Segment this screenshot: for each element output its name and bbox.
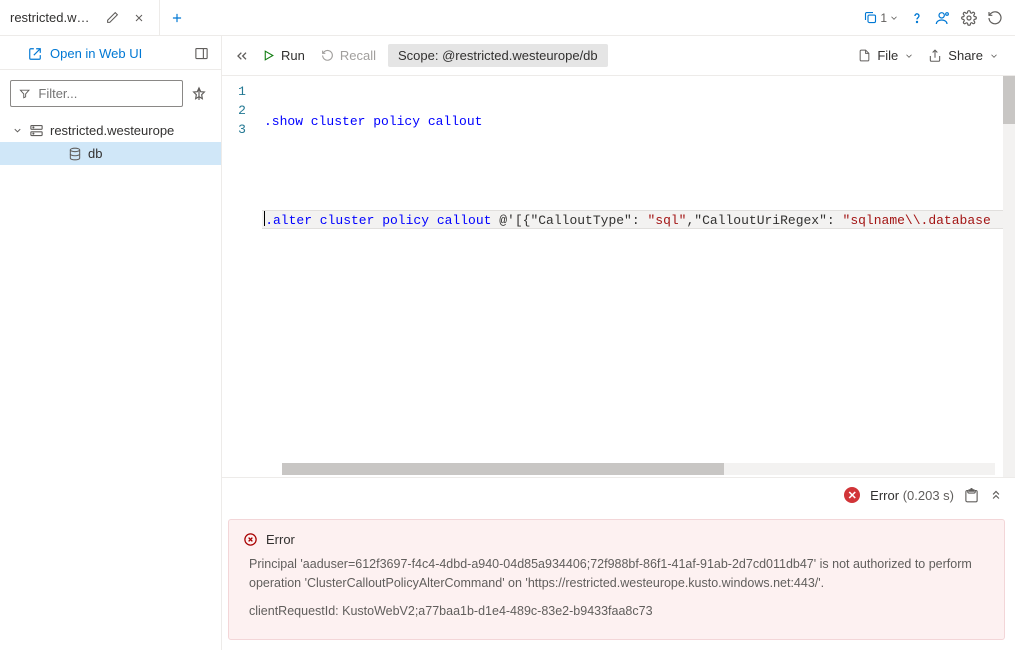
scope-label: Scope: — [398, 48, 438, 63]
scrollbar-thumb[interactable] — [282, 463, 724, 475]
filter-icon — [19, 87, 30, 100]
open-in-web-label: Open in Web UI — [50, 46, 142, 61]
run-label: Run — [281, 48, 305, 63]
results-header: ✕ Error (0.203 s) — [222, 477, 1015, 513]
run-button[interactable]: Run — [258, 44, 309, 67]
line-number: 3 — [222, 120, 262, 139]
tree-db-label: db — [88, 146, 102, 161]
filter-input-box[interactable] — [10, 80, 183, 107]
filter-row — [0, 70, 221, 117]
add-tab-button[interactable] — [160, 11, 194, 25]
tab-bar: restricted.westeur... 1 — [0, 0, 1015, 36]
copy-dropdown[interactable]: 1 — [863, 10, 899, 25]
open-in-web-button[interactable]: Open in Web UI — [10, 46, 142, 61]
cluster-icon — [29, 123, 44, 138]
sidebar-top: Open in Web UI — [0, 36, 221, 70]
scope-value: @restricted.westeurope/db — [442, 48, 598, 63]
collapse-panel-icon[interactable] — [989, 488, 1003, 502]
error-message: Principal 'aaduser=612f3697-f4c4-4dbd-a9… — [243, 555, 990, 621]
main-column: Run Recall Scope: @restricted.westeurope… — [222, 36, 1015, 650]
line-number: 2 — [222, 101, 262, 120]
tab-item[interactable]: restricted.westeur... — [0, 0, 160, 35]
horizontal-scrollbar[interactable] — [282, 463, 995, 475]
header-right-tools: 1 — [863, 10, 1015, 26]
editor-toolbar: Run Recall Scope: @restricted.westeurope… — [222, 36, 1015, 76]
error-panel-header: Error — [243, 532, 990, 547]
connection-tree: restricted.westeurope db — [0, 117, 221, 167]
undo-icon[interactable] — [987, 10, 1003, 26]
error-title: Error — [266, 532, 295, 547]
chevrons-left-icon[interactable] — [234, 48, 250, 64]
pencil-icon[interactable] — [102, 7, 123, 28]
status-label: Error (0.203 s) — [870, 488, 954, 503]
tree-cluster-label: restricted.westeurope — [50, 123, 174, 138]
code-line: .show cluster policy callout — [262, 112, 1015, 131]
help-icon[interactable] — [909, 10, 925, 26]
chevron-down-icon — [12, 125, 23, 136]
tree-cluster-node[interactable]: restricted.westeurope — [0, 119, 221, 142]
database-icon — [68, 147, 82, 161]
share-label: Share — [948, 48, 983, 63]
error-status-icon: ✕ — [844, 487, 860, 503]
settings-icon[interactable] — [961, 10, 977, 26]
clipboard-icon[interactable] — [964, 488, 979, 503]
copy-count: 1 — [880, 11, 887, 25]
file-menu[interactable]: File — [854, 44, 918, 67]
tree-db-node[interactable]: db — [0, 142, 221, 165]
favorite-icon[interactable] — [191, 86, 211, 102]
recall-label: Recall — [340, 48, 376, 63]
tab-label: restricted.westeur... — [10, 10, 96, 25]
error-panel: Error Principal 'aaduser=612f3697-f4c4-4… — [228, 519, 1005, 640]
recall-button[interactable]: Recall — [317, 44, 380, 67]
error-request-id: clientRequestId: KustoWebV2;a77baa1b-d1e… — [249, 602, 990, 621]
scrollbar-thumb[interactable] — [1003, 76, 1015, 124]
app-root: restricted.westeur... 1 — [0, 0, 1015, 650]
error-message-line: Principal 'aaduser=612f3697-f4c4-4dbd-a9… — [249, 555, 990, 593]
filter-input[interactable] — [38, 86, 174, 101]
code-editor[interactable]: 1 2 3 .show cluster policy callout .alte… — [222, 76, 1015, 477]
line-gutter: 1 2 3 — [222, 76, 262, 477]
code-line-current: .alter cluster policy callout @'[{"Callo… — [262, 210, 1015, 229]
share-menu[interactable]: Share — [924, 44, 1003, 67]
close-icon[interactable] — [129, 8, 149, 28]
vertical-scrollbar[interactable] — [1003, 76, 1015, 477]
scope-indicator[interactable]: Scope: @restricted.westeurope/db — [388, 44, 608, 67]
feedback-icon[interactable] — [935, 10, 951, 26]
line-number: 1 — [222, 82, 262, 101]
code-line — [262, 161, 1015, 180]
code-area[interactable]: .show cluster policy callout .alter clus… — [262, 76, 1015, 477]
sidebar: Open in Web UI restricte — [0, 36, 222, 650]
error-circle-icon — [243, 532, 258, 547]
panel-toggle-icon[interactable] — [194, 46, 209, 61]
file-label: File — [877, 48, 898, 63]
